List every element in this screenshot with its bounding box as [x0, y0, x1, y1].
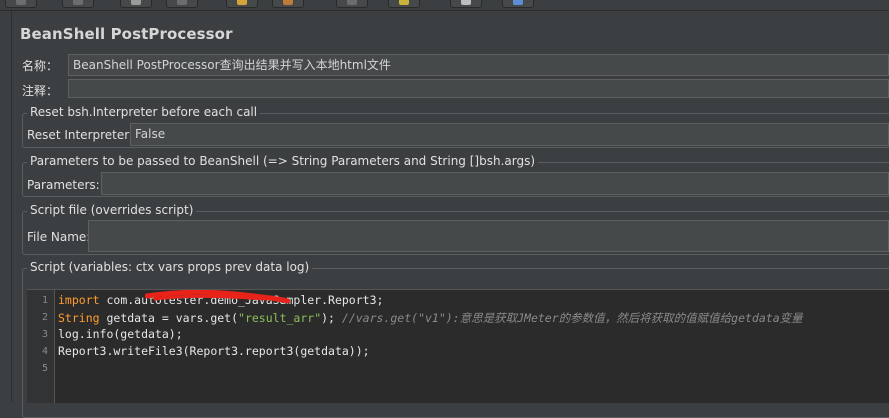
line-number: 4: [41, 346, 48, 357]
comment-field[interactable]: [68, 79, 889, 98]
comment-label: 注释：: [22, 84, 59, 98]
code-keyword: String: [58, 311, 100, 325]
code-line-4: Report3.writeFile3(Report3.report3(getda…: [58, 344, 370, 358]
name-label: 名称：: [22, 59, 59, 73]
toolbar-button[interactable]: [336, 0, 368, 8]
toolbar-button[interactable]: [120, 0, 152, 8]
reset-group-title: Reset bsh.Interpreter before each call: [27, 105, 261, 119]
redaction-scribble: [145, 290, 290, 304]
file-name-input[interactable]: [88, 220, 889, 252]
code-keyword: import: [58, 293, 100, 307]
code-text: getdata = vars.get(: [99, 311, 239, 325]
line-number-gutter: 1 2 3 4 5: [27, 290, 55, 403]
code-line-3: log.info(getdata);: [58, 327, 183, 341]
toolbar-button[interactable]: [272, 0, 304, 8]
line-number: 2: [41, 312, 48, 323]
toolbar-icon: [283, 0, 293, 5]
file-name-label: File Name:: [27, 230, 91, 244]
name-field[interactable]: BeanShell PostProcessor查询出结果并写入本地html文件: [68, 54, 889, 76]
reset-interpreter-label: Reset Interpreter:: [27, 128, 134, 142]
code-text: );: [321, 311, 342, 325]
script-file-group-title: Script file (overrides script): [27, 203, 197, 217]
toolbar-button[interactable]: [388, 0, 420, 8]
toolbar-icon: [177, 0, 187, 5]
toolbar-button[interactable]: [502, 0, 534, 8]
parameters-input[interactable]: [101, 172, 889, 195]
code-line-2: String getdata = vars.get("result_arr");…: [58, 310, 803, 326]
script-group-title: Script (variables: ctx vars props prev d…: [27, 260, 313, 274]
code-comment: //vars.get("v1"):意思是获取JMeter的参数值，然后将获取的值…: [341, 311, 803, 325]
toolbar-icon: [237, 0, 247, 5]
parameters-group-title: Parameters to be passed to BeanShell (=>…: [27, 154, 539, 168]
toolbar-icon: [347, 0, 357, 5]
line-number: 1: [41, 295, 48, 306]
toolbar-button[interactable]: [166, 0, 198, 8]
toolbar-icon: [513, 0, 523, 5]
toolbar-button[interactable]: [450, 0, 482, 8]
panel-title: BeanShell PostProcessor: [20, 25, 233, 43]
code-string: "result_arr": [238, 311, 322, 325]
toolbar-icon: [73, 0, 83, 5]
toolbar-icon: [399, 0, 409, 5]
toolbar: [0, 0, 889, 11]
parameters-label: Parameters:: [27, 178, 100, 192]
toolbar-icon: [16, 0, 26, 5]
toolbar-button[interactable]: [62, 0, 94, 8]
toolbar-button[interactable]: [5, 0, 37, 8]
toolbar-button[interactable]: [226, 0, 258, 8]
toolbar-icon: [131, 0, 141, 5]
line-number: 5: [41, 363, 48, 374]
line-number: 3: [41, 329, 48, 340]
reset-interpreter-select[interactable]: False: [130, 123, 889, 146]
toolbar-icon: [461, 0, 471, 5]
script-editor[interactable]: 1 2 3 4 5 import com.autotester.demo_Jav…: [27, 289, 889, 403]
left-splitter[interactable]: [0, 11, 12, 402]
